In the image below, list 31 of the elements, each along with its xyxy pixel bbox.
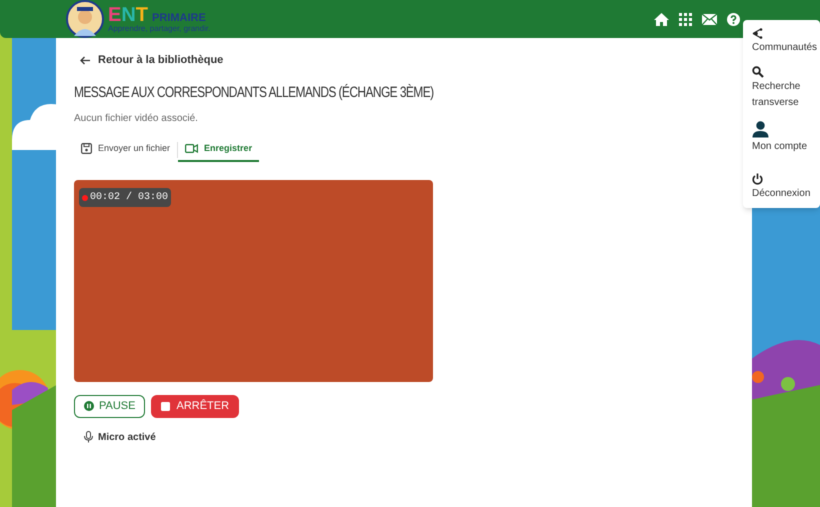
brand-suffix: PRIMAIRE — [152, 13, 206, 24]
mail-icon[interactable] — [702, 14, 717, 24]
search-icon — [752, 66, 764, 78]
subtitle: Aucun fichier vidéo associé. — [74, 112, 198, 126]
page-title: MESSAGE AUX CORRESPONDANTS ALLEMANDS (ÉCHANGE 3ÈME) — [74, 82, 434, 102]
timer: 00:02 / 03:00 — [90, 190, 168, 205]
help-icon[interactable] — [727, 12, 740, 26]
share-icon — [752, 28, 763, 39]
pause-button[interactable]: PAUSE — [74, 394, 146, 418]
video-camera-icon — [185, 144, 198, 153]
tagline: Apprendre, partager, grandir. — [108, 25, 210, 33]
menu-item[interactable]: Mon compte — [752, 139, 808, 155]
microphone-status: Micro activé — [98, 430, 156, 444]
apps-grid-icon[interactable] — [679, 12, 692, 26]
menu-item[interactable]: Recherche transverse — [752, 79, 811, 111]
tab[interactable]: Enregistrer — [178, 138, 260, 162]
arrow-left-icon — [80, 56, 90, 65]
tab[interactable]: Envoyer un fichier — [74, 138, 178, 162]
stop-icon — [161, 402, 170, 410]
back-link[interactable]: Retour à la bibliothèque — [80, 52, 224, 68]
menu-item[interactable]: Déconnexion — [752, 186, 810, 202]
avatar-icon — [66, 0, 104, 38]
pause-icon — [84, 401, 94, 411]
power-icon — [752, 173, 763, 185]
home-icon[interactable] — [654, 12, 669, 26]
stop-button[interactable]: ARRÊTER — [151, 394, 240, 418]
microphone-icon — [84, 431, 93, 443]
brand-logo: ENT — [108, 5, 148, 25]
menu-item[interactable]: Communautés — [752, 40, 818, 56]
save-icon — [81, 143, 92, 154]
user-icon — [752, 121, 769, 138]
